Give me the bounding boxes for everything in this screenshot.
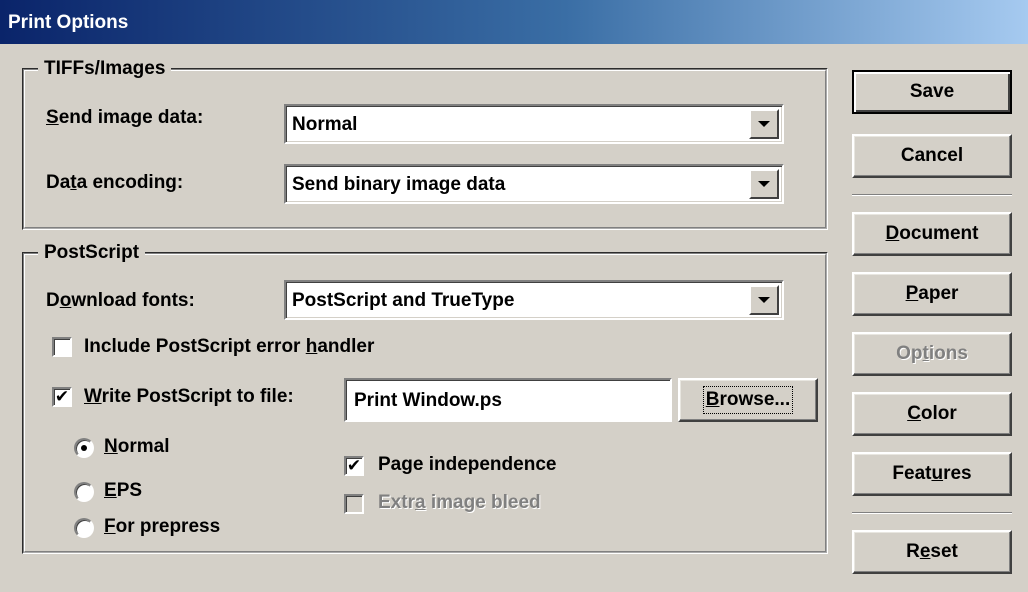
data-encoding-label: Data encoding: <box>46 172 184 193</box>
mode-normal-radio[interactable] <box>74 438 94 458</box>
send-image-data-label: Send image data: <box>46 107 204 128</box>
error-handler-checkbox[interactable] <box>52 337 72 357</box>
extra-image-bleed-checkbox <box>344 494 364 514</box>
title-bar: Print Options <box>0 0 1028 44</box>
check-mark-icon: ✔ <box>54 387 70 406</box>
cancel-button[interactable]: Cancel <box>852 134 1012 178</box>
extra-image-bleed-label: Extra image bleed <box>378 492 541 513</box>
dropdown-arrow-icon[interactable] <box>749 285 779 315</box>
button-separator <box>852 194 1012 196</box>
button-separator <box>852 512 1012 514</box>
dropdown-arrow-icon[interactable] <box>749 109 779 139</box>
mode-eps-label[interactable]: EPS <box>104 480 142 502</box>
data-encoding-value: Send binary image data <box>292 174 506 195</box>
mode-normal-label[interactable]: Normal <box>104 436 169 458</box>
document-button[interactable]: Document <box>852 212 1012 256</box>
send-image-data-value: Normal <box>292 114 358 135</box>
paper-button[interactable]: Paper <box>852 272 1012 316</box>
mode-prepress-radio[interactable] <box>74 518 94 538</box>
reset-button[interactable]: Reset <box>852 530 1012 574</box>
browse-button[interactable]: Browse... <box>678 378 818 422</box>
dropdown-arrow-icon[interactable] <box>749 169 779 199</box>
color-button[interactable]: Color <box>852 392 1012 436</box>
tiffs-images-group: TIFFs/Images <box>22 58 828 230</box>
features-button[interactable]: Features <box>852 452 1012 496</box>
write-to-file-label[interactable]: Write PostScript to file: <box>84 386 294 408</box>
download-fonts-value: PostScript and TrueType <box>292 290 515 311</box>
download-fonts-label: Download fonts: <box>46 290 195 311</box>
mode-prepress-label[interactable]: For prepress <box>104 516 220 538</box>
download-fonts-select[interactable]: PostScript and TrueType <box>284 280 784 320</box>
mode-eps-radio[interactable] <box>74 482 94 502</box>
page-independence-checkbox[interactable]: ✔ <box>344 456 364 476</box>
tiffs-images-legend: TIFFs/Images <box>38 58 172 80</box>
error-handler-label[interactable]: Include PostScript error handler <box>84 336 374 358</box>
postscript-file-input[interactable]: Print Window.ps <box>344 378 672 422</box>
page-independence-label[interactable]: Page independence <box>378 454 556 476</box>
window-title: Print Options <box>8 12 129 33</box>
options-button: Options <box>852 332 1012 376</box>
send-image-data-select[interactable]: Normal <box>284 104 784 144</box>
postscript-legend: PostScript <box>38 242 146 264</box>
check-mark-icon: ✔ <box>346 456 362 475</box>
write-to-file-checkbox[interactable]: ✔ <box>52 387 72 407</box>
data-encoding-select[interactable]: Send binary image data <box>284 164 784 204</box>
save-button[interactable]: Save <box>852 70 1012 114</box>
postscript-file-value: Print Window.ps <box>354 390 502 411</box>
